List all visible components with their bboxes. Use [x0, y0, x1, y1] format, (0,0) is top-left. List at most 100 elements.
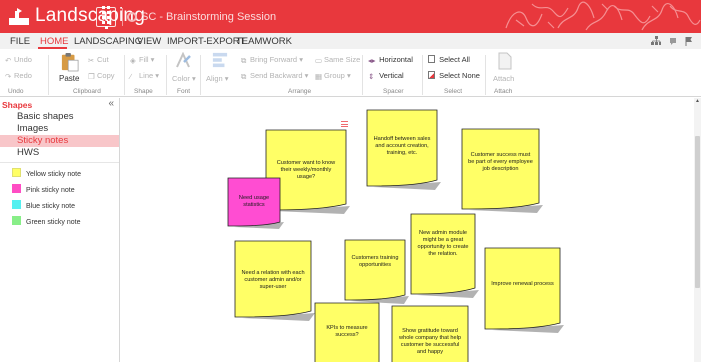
- redo-icon: ↷: [5, 72, 12, 81]
- font-color-icon: [176, 52, 191, 68]
- group-label-font: Font: [177, 88, 191, 95]
- paste-icon: [61, 53, 79, 72]
- category-basic-shapes[interactable]: Basic shapes: [0, 111, 119, 123]
- menu-home[interactable]: HOME: [40, 36, 69, 47]
- vertical-label: Vertical: [379, 71, 404, 80]
- same-size-icon: ▭: [315, 56, 323, 65]
- horizontal-spacer-icon: ◂▸: [368, 56, 376, 65]
- category-images[interactable]: Images: [0, 123, 119, 135]
- category-sticky-notes[interactable]: Sticky notes: [0, 135, 119, 147]
- bring-forward-icon: ⧉: [241, 56, 247, 65]
- pink-sticky-note-item[interactable]: Pink sticky note: [12, 184, 75, 196]
- sticky-note-text: Need usage statistics: [238, 195, 270, 208]
- cut-button[interactable]: ✂ Cut: [88, 55, 109, 65]
- select-none-button[interactable]: Select None: [428, 71, 480, 80]
- sticky-note-shape: [344, 239, 409, 304]
- select-none-icon: [428, 71, 435, 79]
- line-button[interactable]: ∕ Line ▾: [130, 71, 159, 81]
- scroll-up-icon[interactable]: ▲: [694, 98, 701, 104]
- align-label: Align ▾: [206, 74, 229, 83]
- bring-forward-button[interactable]: ⧉ Bring Forward ▾: [241, 55, 303, 65]
- sticky-note-text: Customer success must be part of every e…: [468, 152, 533, 172]
- fill-button[interactable]: ◈ Fill ▾: [130, 55, 154, 65]
- select-all-icon: [428, 55, 435, 63]
- hierarchy-icon[interactable]: [651, 36, 661, 46]
- undo-label: Undo: [14, 55, 32, 64]
- vertical-scrollbar[interactable]: ▲: [694, 98, 701, 362]
- title-bar: Landscaping SC - Brainstorming Session: [0, 0, 701, 33]
- sticky-note[interactable]: Customers training opportunities: [344, 239, 409, 304]
- horizontal-label: Horizontal: [379, 55, 413, 64]
- select-all-button[interactable]: Select All: [428, 55, 470, 64]
- flag-icon[interactable]: [684, 36, 694, 46]
- ribbon-divider: [166, 55, 167, 95]
- menu-teamwork[interactable]: TEAMWORK: [236, 36, 292, 47]
- notification-icon[interactable]: [668, 36, 678, 46]
- shapes-panel: Shapes « Basic shapes Images Sticky note…: [0, 98, 120, 362]
- green-sticky-note-item[interactable]: Green sticky note: [12, 216, 80, 228]
- fill-label: Fill: [139, 55, 149, 64]
- ribbon-divider: [200, 55, 201, 95]
- ribbon-divider: [422, 55, 423, 95]
- ribbon-toolbar: ↶ Undo ↷ Redo Undo Paste ✂ Cut ❐ Copy Clipbo…: [0, 49, 701, 97]
- group-button[interactable]: ▦ Group ▾: [315, 71, 351, 81]
- menu-file[interactable]: FILE: [10, 36, 30, 47]
- sticky-note[interactable]: Improve renewal process: [484, 247, 564, 333]
- sticky-note-shape: [484, 247, 564, 333]
- horizontal-spacer-button[interactable]: ◂▸ Horizontal: [368, 55, 413, 65]
- yellow-sticky-note-item[interactable]: Yellow sticky note: [12, 168, 81, 180]
- undo-button[interactable]: ↶ Undo: [5, 55, 32, 65]
- landscaping-logo-icon: [9, 8, 29, 25]
- sticky-note[interactable]: KPIs to measure success?: [314, 302, 380, 362]
- pen-line-icon: ∕: [130, 72, 132, 81]
- paste-label: Paste: [59, 74, 80, 83]
- sticky-note[interactable]: New admin module might be a great opport…: [410, 213, 479, 298]
- green-sticky-note-label: Green sticky note: [26, 219, 81, 226]
- menu-view[interactable]: VIEW: [137, 36, 161, 47]
- redo-label: Redo: [14, 71, 32, 80]
- category-hws[interactable]: HWS: [0, 147, 119, 159]
- green-swatch: [12, 216, 21, 225]
- copy-button[interactable]: ❐ Copy: [88, 71, 115, 81]
- ribbon-divider: [485, 55, 486, 95]
- vertical-spacer-button[interactable]: ⇕ Vertical: [368, 71, 404, 81]
- ribbon-divider: [362, 55, 363, 95]
- select-none-label: Select None: [439, 71, 480, 80]
- scrollbar-thumb[interactable]: [695, 136, 700, 288]
- sticky-note[interactable]: Need a relation with each customer admin…: [234, 240, 315, 321]
- panel-divider: [0, 162, 119, 163]
- sticky-note-text: KPIs to measure success?: [326, 325, 368, 338]
- sticky-note-text: Customer want to know their weekly/month…: [276, 160, 336, 180]
- selection-menu-icon[interactable]: [341, 121, 348, 127]
- decorative-pattern: [505, 1, 701, 31]
- sticky-note[interactable]: Customer success must be part of every e…: [461, 128, 543, 213]
- sticky-note[interactable]: Handoff between sales and account creati…: [366, 109, 441, 190]
- menu-import-export[interactable]: IMPORT-EXPORT: [167, 36, 245, 47]
- sticky-note-text: Improve renewal process: [491, 281, 554, 287]
- bring-forward-label: Bring Forward: [250, 55, 298, 64]
- menu-landscaping[interactable]: LANDSCAPING: [74, 36, 142, 47]
- font-color-button[interactable]: Color ▾: [170, 52, 196, 86]
- title-separator: [122, 8, 123, 26]
- redo-button[interactable]: ↷ Redo: [5, 71, 32, 81]
- paste-button[interactable]: Paste: [56, 52, 84, 86]
- blue-sticky-note-item[interactable]: Blue sticky note: [12, 200, 75, 212]
- group-label: Group: [324, 71, 345, 80]
- attach-button[interactable]: Attach: [490, 52, 520, 86]
- same-size-button[interactable]: ▭ Same Size: [315, 55, 360, 65]
- send-backward-button[interactable]: ⧉ Send Backward ▾: [241, 71, 308, 81]
- group-label-shape: Shape: [134, 88, 153, 95]
- collapse-panel-icon[interactable]: «: [108, 98, 114, 109]
- ribbon-divider: [124, 55, 125, 95]
- undo-icon: ↶: [5, 56, 12, 65]
- app-window: Landscaping SC - Brainstorming Session F…: [0, 0, 701, 362]
- cut-icon: ✂: [88, 56, 95, 65]
- align-button[interactable]: Align ▾: [204, 52, 234, 86]
- line-label: Line: [139, 71, 154, 80]
- diagram-canvas[interactable]: Customer want to know their weekly/month…: [121, 98, 694, 362]
- app-grid-icon[interactable]: [96, 5, 116, 29]
- sticky-note[interactable]: Show gratitude toward whole company that…: [391, 305, 469, 362]
- sticky-note[interactable]: Need usage statistics: [227, 177, 284, 229]
- sticky-note-text: Handoff between sales and account creati…: [373, 136, 431, 156]
- blue-sticky-note-label: Blue sticky note: [26, 203, 76, 210]
